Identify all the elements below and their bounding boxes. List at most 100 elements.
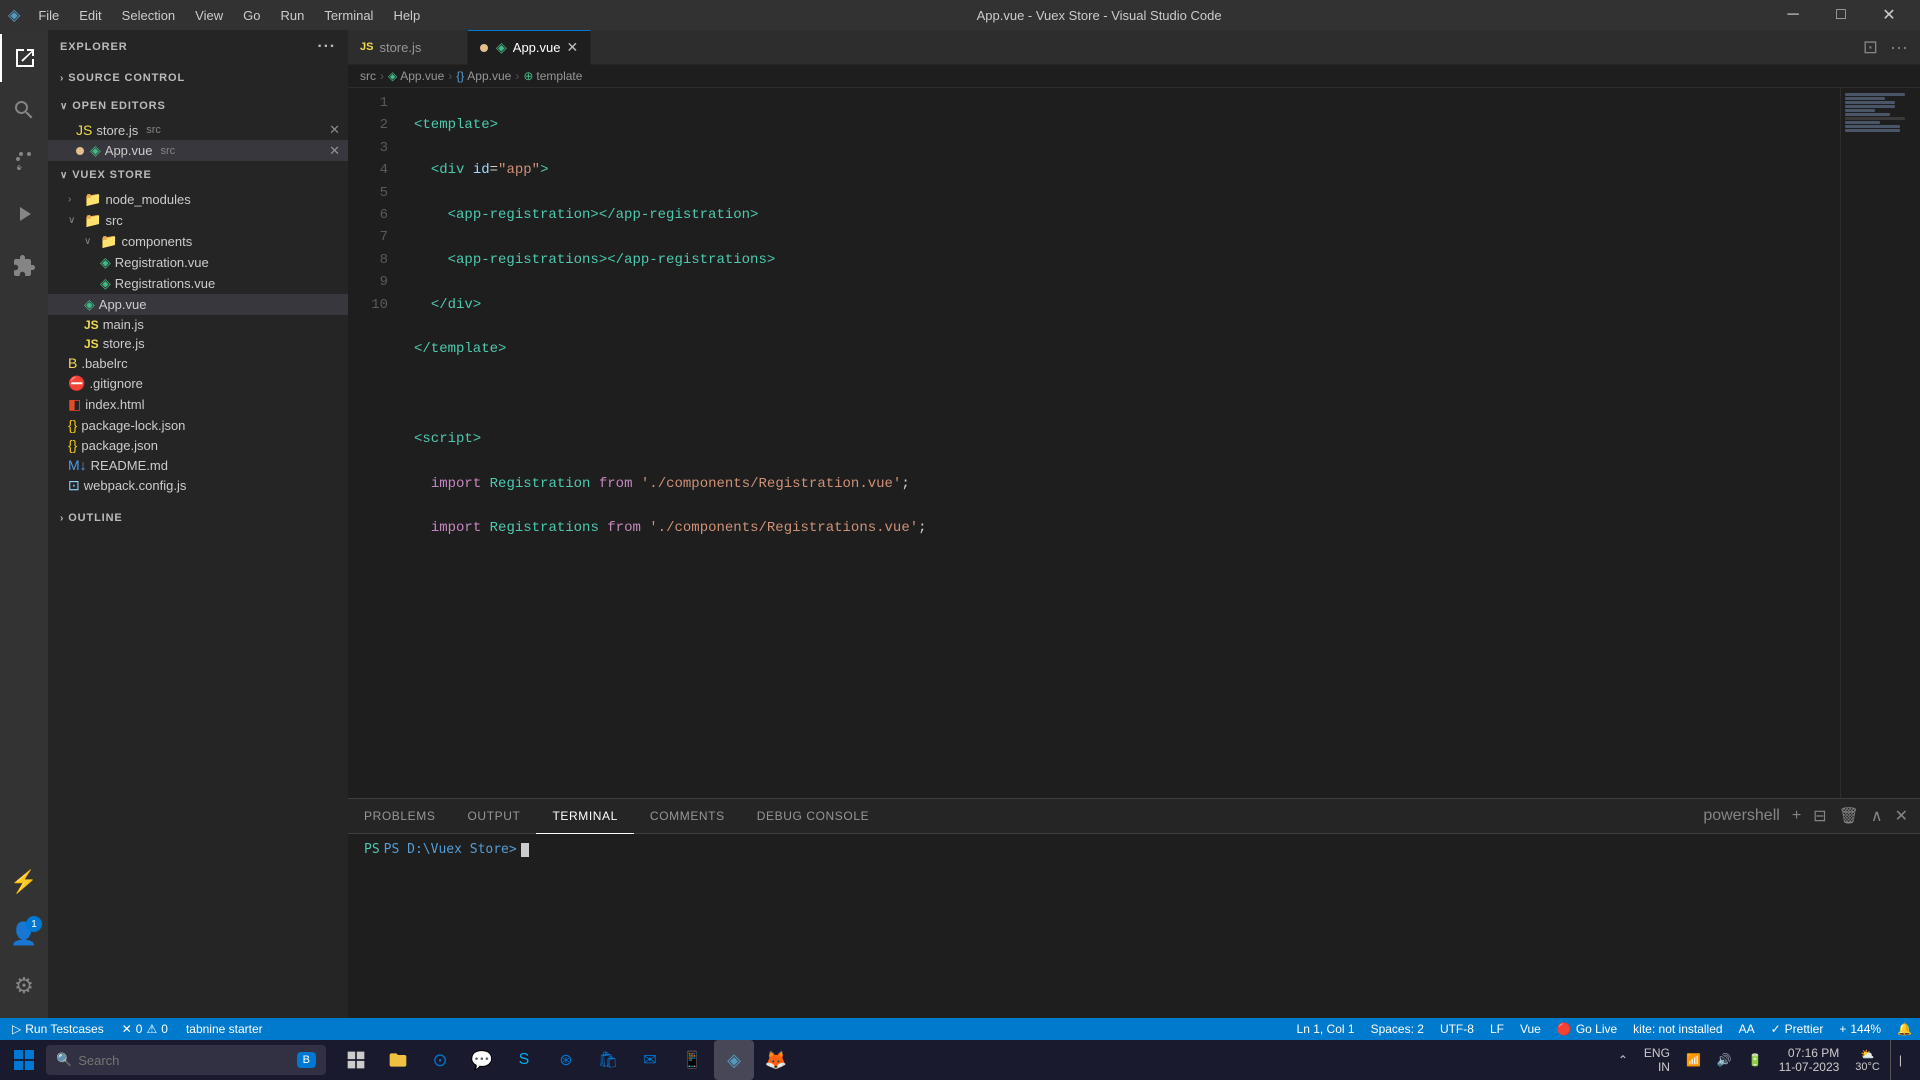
menu-edit[interactable]: Edit [71,6,109,25]
run-testcases-status[interactable]: ▷ Run Testcases [4,1018,112,1040]
tray-chevron[interactable]: ⌃ [1612,1040,1634,1080]
search-activity-icon[interactable] [0,86,48,134]
taskbar-search-box[interactable]: 🔍 B [46,1045,326,1075]
tree-package-lock[interactable]: {} package-lock.json [48,415,348,435]
font-size-status[interactable]: AA [1731,1018,1763,1040]
menu-view[interactable]: View [187,6,231,25]
tree-registrations-vue[interactable]: ◈ Registrations.vue [48,273,348,294]
breadcrumb-app-vue-2[interactable]: {}App.vue [456,69,511,83]
minimize-button[interactable]: ─ [1770,0,1816,30]
breadcrumb-app-vue[interactable]: ◈App.vue [388,69,444,83]
split-editor-button[interactable]: ⊡ [1859,35,1882,60]
extensions-activity-icon[interactable] [0,242,48,290]
breadcrumb-template[interactable]: ⊕template [523,69,582,83]
tree-src[interactable]: ∨ 📁 src [48,210,348,231]
close-app-vue-button[interactable]: ✕ [329,143,340,159]
eol-status[interactable]: LF [1482,1018,1512,1040]
tree-webpack[interactable]: ⊡ webpack.config.js [48,475,348,496]
tree-main-js[interactable]: JS main.js [48,315,348,334]
file-explorer-button[interactable] [378,1040,418,1080]
menu-go[interactable]: Go [235,6,268,25]
code-editor[interactable]: 1 2 3 4 5 6 7 8 9 10 <template> <div id=… [348,88,1920,798]
phone-button[interactable]: 📱 [672,1040,712,1080]
tree-gitignore[interactable]: ⛔ .gitignore [48,373,348,394]
tree-store-js[interactable]: JS store.js [48,334,348,353]
panel-tab-output[interactable]: OUTPUT [452,799,537,834]
cursor-position-status[interactable]: Ln 1, Col 1 [1289,1018,1363,1040]
taskbar-search-input[interactable] [78,1053,278,1068]
open-editor-app-vue[interactable]: ◈ App.vue src ✕ [48,140,348,161]
close-app-vue-tab[interactable]: ✕ [566,39,578,56]
tab-app-vue[interactable]: ◈ App.vue ✕ [468,30,591,65]
tray-weather[interactable]: ⛅ 30°C [1849,1040,1886,1080]
tree-node-modules[interactable]: › 📁 node_modules [48,189,348,210]
app-store-button[interactable]: 🛍 [588,1040,628,1080]
panel-tab-terminal[interactable]: TERMINAL [536,799,633,834]
maximize-button[interactable]: □ [1818,0,1864,30]
edge-browser-button[interactable]: ⊙ [420,1040,460,1080]
tray-language[interactable]: ENG IN [1638,1040,1676,1080]
start-button[interactable] [4,1040,44,1080]
delete-terminal-button[interactable]: 🗑 [1835,804,1863,828]
errors-status[interactable]: ✕ 0 ⚠ 0 [114,1018,176,1040]
tree-babelrc[interactable]: B .babelrc [48,353,348,373]
new-terminal-button[interactable]: + [1788,805,1805,827]
open-editors-header[interactable]: ∨ OPEN EDITORS [48,92,348,120]
run-debug-activity-icon[interactable] [0,190,48,238]
settings-activity-icon[interactable]: ⚙ [0,962,48,1010]
panel-tab-debug[interactable]: DEBUG CONSOLE [741,799,886,834]
spaces-status[interactable]: Spaces: 2 [1363,1018,1432,1040]
outline-header[interactable]: › OUTLINE [48,504,348,532]
tray-battery[interactable]: 🔋 [1742,1040,1769,1080]
kite-status[interactable]: kite: not installed [1625,1018,1730,1040]
teams-button[interactable]: 💬 [462,1040,502,1080]
close-button[interactable]: ✕ [1866,0,1912,30]
go-live-status[interactable]: 🔴 Go Live [1549,1018,1625,1040]
firefox-button[interactable]: 🦊 [756,1040,796,1080]
menu-terminal[interactable]: Terminal [316,6,381,25]
panel-tab-problems[interactable]: PROBLEMS [348,799,452,834]
prettier-status[interactable]: ✓ Prettier [1763,1018,1832,1040]
tree-index-html[interactable]: ◧ index.html [48,394,348,415]
show-desktop-button[interactable]: | [1890,1040,1908,1080]
app-skype-button[interactable]: S [504,1040,544,1080]
menu-file[interactable]: File [30,6,67,25]
notifications-status[interactable]: 🔔 [1889,1018,1920,1040]
tray-sound[interactable]: 🔊 [1711,1040,1738,1080]
menu-help[interactable]: Help [385,6,428,25]
app-edge2-button[interactable]: ⊛ [546,1040,586,1080]
vuex-store-header[interactable]: ∨ VUEX STORE [48,161,348,189]
account-activity-icon[interactable]: 👤1 [0,910,48,958]
breadcrumb-src[interactable]: src [360,69,376,83]
panel-maximize-button[interactable]: ∧ [1867,804,1887,828]
menu-run[interactable]: Run [272,6,312,25]
more-actions-button[interactable]: ··· [1886,35,1912,60]
terminal-content[interactable]: PS PS D:\Vuex Store> [348,834,1920,1018]
source-control-header[interactable]: › SOURCE CONTROL [48,64,348,92]
explorer-activity-icon[interactable] [0,34,48,82]
menu-selection[interactable]: Selection [114,6,183,25]
explorer-more[interactable]: ··· [317,38,336,56]
panel-tab-comments[interactable]: COMMENTS [634,799,741,834]
split-terminal-button[interactable]: ⊟ [1809,804,1830,828]
close-store-js-button[interactable]: ✕ [329,122,340,138]
open-editor-store-js[interactable]: JS store.js src ✕ [48,120,348,140]
tree-components[interactable]: ∨ 📁 components [48,231,348,252]
tree-package-json[interactable]: {} package.json [48,435,348,455]
tab-store-js[interactable]: JS store.js ✕ [348,30,468,65]
tree-registration-vue[interactable]: ◈ Registration.vue [48,252,348,273]
mail-button[interactable]: ✉ [630,1040,670,1080]
tabnine-status[interactable]: tabnine starter [178,1018,271,1040]
encoding-status[interactable]: UTF-8 [1432,1018,1482,1040]
tree-app-vue[interactable]: ◈ App.vue [48,294,348,315]
tree-readme[interactable]: M↓ README.md [48,455,348,475]
zoom-status[interactable]: + 144% [1831,1018,1889,1040]
panel-close-button[interactable]: ✕ [1891,804,1912,828]
language-status[interactable]: Vue [1512,1018,1549,1040]
source-control-activity-icon[interactable] [0,138,48,186]
task-view-button[interactable] [336,1040,376,1080]
vscode-taskbar-button[interactable]: ◈ [714,1040,754,1080]
tray-datetime[interactable]: 07:16 PM 11-07-2023 [1773,1040,1846,1080]
remote-activity-icon[interactable]: ⚡ [0,858,48,906]
tray-network[interactable]: 📶 [1680,1040,1707,1080]
